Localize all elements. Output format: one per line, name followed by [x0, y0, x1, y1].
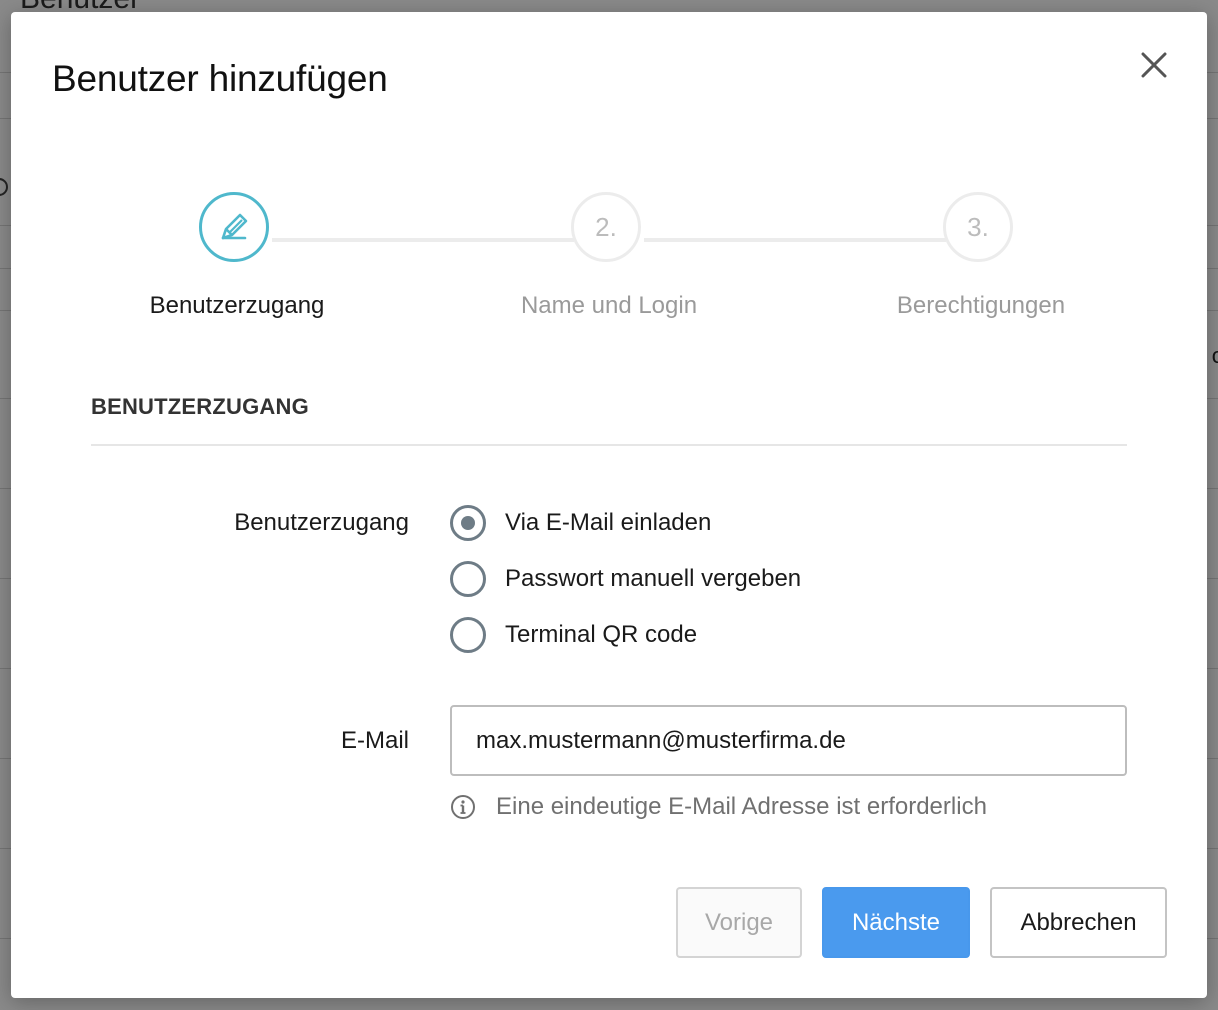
- stepper-connector: [272, 238, 574, 242]
- previous-button[interactable]: Vorige: [676, 887, 802, 958]
- radio-option-label: Passwort manuell vergeben: [505, 565, 802, 592]
- step-1-label: Benutzerzugang: [149, 292, 325, 319]
- cancel-button[interactable]: Abbrechen: [990, 887, 1167, 958]
- dialog-title: Benutzer hinzufügen: [52, 58, 388, 99]
- pencil-icon: [221, 213, 248, 240]
- next-button[interactable]: Nächste: [822, 887, 970, 958]
- stepper-connector: [644, 238, 946, 242]
- radio-button-selected[interactable]: [450, 505, 486, 541]
- radio-option-label: Terminal QR code: [505, 621, 698, 648]
- access-label: Benutzerzugang: [234, 509, 409, 536]
- close-icon[interactable]: [1137, 48, 1171, 82]
- radio-option-email-invite[interactable]: Via E-Mail einladen: [450, 503, 711, 543]
- step-2-label: Name und Login: [520, 292, 698, 319]
- section-divider: [91, 444, 1127, 446]
- email-field[interactable]: [450, 705, 1127, 776]
- email-label: E-Mail: [340, 727, 409, 754]
- email-hint-text: Eine eindeutige E-Mail Adresse ist erfor…: [496, 793, 987, 820]
- add-user-dialog: Benutzer hinzufügen 2. 3. Benutzerzugang…: [11, 12, 1207, 998]
- radio-option-manual-password[interactable]: Passwort manuell vergeben: [450, 559, 801, 599]
- info-icon: [451, 795, 475, 819]
- step-3-label: Berechtigungen: [896, 292, 1066, 319]
- radio-option-label: Via E-Mail einladen: [505, 509, 712, 536]
- radio-option-terminal-qr[interactable]: Terminal QR code: [450, 615, 697, 655]
- radio-button[interactable]: [450, 561, 486, 597]
- section-heading: BENUTZERZUGANG: [91, 394, 309, 419]
- step-2-marker: 2.: [571, 192, 641, 262]
- step-1-marker: [199, 192, 269, 262]
- email-hint: Eine eindeutige E-Mail Adresse ist erfor…: [450, 792, 987, 822]
- step-3-marker: 3.: [943, 192, 1013, 262]
- radio-button[interactable]: [450, 617, 486, 653]
